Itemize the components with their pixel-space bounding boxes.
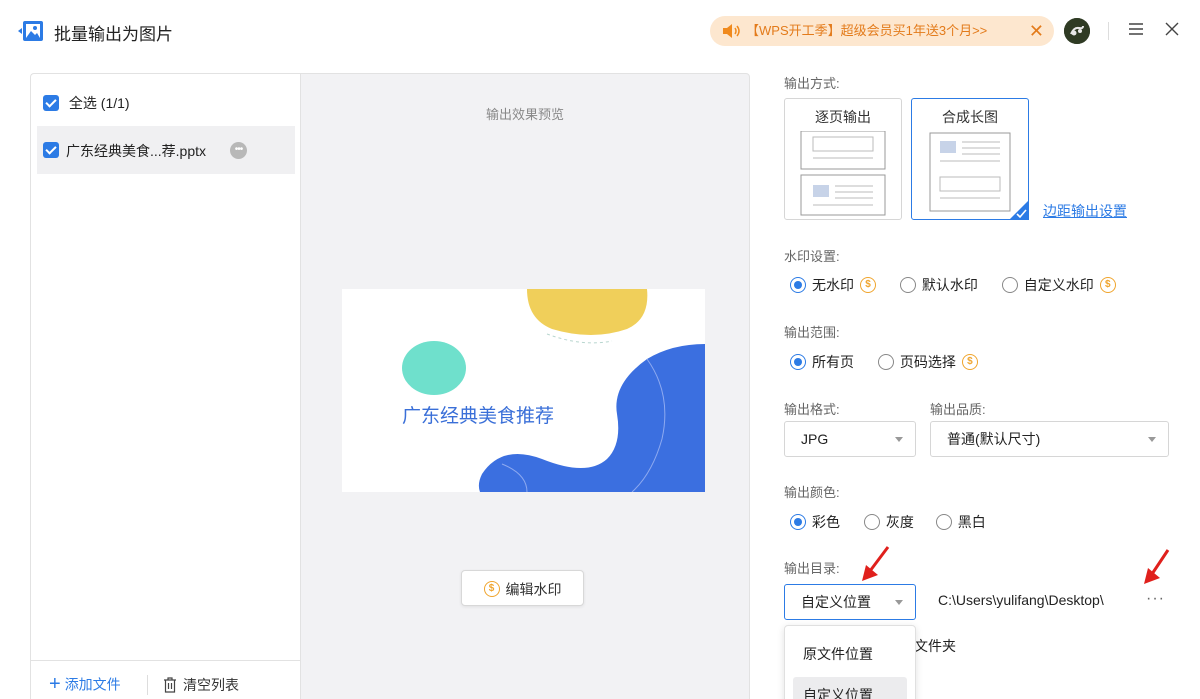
quality-label: 输出品质: <box>930 402 986 417</box>
plus-icon: + <box>49 673 61 695</box>
trash-icon <box>164 677 176 693</box>
format-value: JPG <box>801 431 829 447</box>
mode-option-label: 合成长图 <box>942 109 998 125</box>
range-option-pages[interactable]: 页码选择 $ <box>877 352 978 372</box>
watermark-option-default[interactable]: 默认水印 <box>899 275 978 295</box>
radio-button[interactable] <box>935 514 952 530</box>
annotation-arrow-icon <box>862 546 890 581</box>
folder-option-label: 文件夹 <box>914 638 956 654</box>
footer-divider <box>147 675 148 695</box>
radio-button[interactable] <box>1001 277 1018 293</box>
dropdown-option-custom[interactable]: 自定义位置 <box>793 677 907 699</box>
annotation-arrow-icon <box>1144 549 1170 584</box>
margin-settings-link[interactable]: 边距输出设置 <box>1043 201 1127 221</box>
radio-button[interactable] <box>877 354 894 370</box>
radio-button[interactable] <box>790 514 806 530</box>
quality-value: 普通(默认尺寸) <box>947 431 1041 447</box>
radio-button[interactable] <box>899 277 916 293</box>
output-path: C:\Users\yulifang\Desktop\ <box>938 592 1104 608</box>
coin-icon: $ <box>1099 277 1116 293</box>
edit-watermark-button[interactable]: $ 编辑水印 <box>461 570 584 606</box>
chevron-down-icon <box>1148 437 1156 442</box>
color-option-bw[interactable]: 黑白 <box>935 512 986 532</box>
range-options: 所有页 页码选择 $ <box>790 352 998 372</box>
radio-button[interactable] <box>863 514 880 530</box>
edit-watermark-label: 编辑水印 <box>505 581 562 598</box>
option-label: 黑白 <box>957 514 986 530</box>
radio-button[interactable] <box>790 277 806 293</box>
coin-icon: $ <box>961 354 978 370</box>
add-file-button[interactable]: + 添加文件 <box>49 673 121 696</box>
color-option-color[interactable]: 彩色 <box>790 512 840 532</box>
range-option-all[interactable]: 所有页 <box>790 352 854 372</box>
option-label: 灰度 <box>885 514 914 530</box>
radio-button[interactable] <box>790 354 806 370</box>
dropdown-option-original[interactable]: 原文件位置 <box>793 636 907 672</box>
slide-title: 广东经典美食推荐 <box>402 406 555 427</box>
select-all[interactable]: 全选 (1/1) <box>43 93 130 113</box>
file-list-footer: + 添加文件 清空列表 <box>31 660 301 699</box>
directory-dropdown: 原文件位置 自定义位置 <box>784 625 916 699</box>
preview-label: 输出效果预览 <box>485 107 564 122</box>
image-export-icon <box>18 21 43 41</box>
add-file-label: 添加文件 <box>64 676 121 693</box>
chevron-down-icon <box>895 437 903 442</box>
file-checkbox[interactable] <box>43 142 59 158</box>
option-label: 自定义水印 <box>1023 277 1094 293</box>
output-mode-label: 输出方式: <box>784 76 840 91</box>
window-title: 批量输出为图片 <box>54 25 173 44</box>
color-option-gray[interactable]: 灰度 <box>863 512 914 532</box>
selected-check-icon <box>1009 200 1029 220</box>
color-label: 输出颜色: <box>784 485 840 500</box>
settings-panel: 输出方式: 逐页输出 合成长图 边距输出设置 水印设置: 无水印 $ 默认水印 <box>784 0 1184 699</box>
file-list-item[interactable]: 广东经典美食...荐.pptx ••• <box>37 126 295 174</box>
file-list-panel: 全选 (1/1) 广东经典美食...荐.pptx ••• + 添加文件 清空列表 <box>30 73 301 699</box>
option-label: 页码选择 <box>899 354 956 370</box>
file-more-icon[interactable]: ••• <box>230 142 247 159</box>
chevron-down-icon <box>895 600 903 605</box>
option-label: 彩色 <box>812 514 840 530</box>
watermark-label: 水印设置: <box>784 249 840 264</box>
preview-panel: 输出效果预览 广东经典美食推荐 $ 编辑水印 <box>300 73 750 699</box>
color-options: 彩色 灰度 黑白 <box>790 512 1006 532</box>
slide-thumbnail: 广东经典美食推荐 <box>342 289 705 492</box>
directory-value: 自定义位置 <box>801 594 871 610</box>
watermark-option-none[interactable]: 无水印 $ <box>790 275 876 295</box>
mode-option-label: 逐页输出 <box>815 109 871 125</box>
watermark-options: 无水印 $ 默认水印 自定义水印 $ <box>790 275 1136 295</box>
mode-option-per-page[interactable]: 逐页输出 <box>784 98 902 220</box>
directory-select[interactable]: 自定义位置 <box>784 584 916 620</box>
coin-icon: $ <box>860 277 876 293</box>
range-label: 输出范围: <box>784 325 840 340</box>
format-select[interactable]: JPG <box>784 421 916 457</box>
select-all-label: 全选 (1/1) <box>68 95 130 111</box>
clear-list-label: 清空列表 <box>183 677 239 693</box>
clear-list-button[interactable]: 清空列表 <box>163 675 239 695</box>
speaker-icon <box>723 24 740 38</box>
coin-icon: $ <box>483 581 500 598</box>
mode-option-long-image[interactable]: 合成长图 <box>911 98 1029 220</box>
directory-label: 输出目录: <box>784 561 840 576</box>
watermark-option-custom[interactable]: 自定义水印 $ <box>1001 275 1116 295</box>
select-all-checkbox[interactable] <box>43 95 59 111</box>
option-label: 无水印 <box>812 277 854 293</box>
slide-decoration-image <box>402 289 705 492</box>
option-label: 所有页 <box>812 354 854 370</box>
browse-more-button[interactable]: ··· <box>1146 590 1165 608</box>
per-page-illustration-icon <box>800 131 886 216</box>
file-name: 广东经典美食...荐.pptx <box>66 143 207 159</box>
quality-select[interactable]: 普通(默认尺寸) <box>930 421 1169 457</box>
option-label: 默认水印 <box>921 277 978 293</box>
format-label: 输出格式: <box>784 402 840 417</box>
